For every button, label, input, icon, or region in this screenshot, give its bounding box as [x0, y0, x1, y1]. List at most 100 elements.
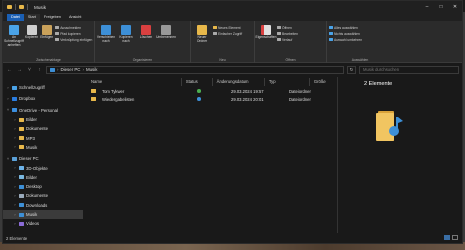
move-to-button[interactable]: Verschieben nach — [97, 23, 115, 63]
history-button[interactable]: Verlauf — [277, 37, 298, 42]
chevron-right-icon[interactable]: › — [13, 185, 17, 189]
file-list: Name Status Änderungsdatum Typ Größe Tom… — [87, 77, 337, 233]
tab-datei[interactable]: Datei — [7, 14, 24, 21]
sidebar-item-bilder[interactable]: › Bilder — [3, 173, 83, 182]
cut-button[interactable]: Ausschneiden — [55, 25, 92, 30]
select-all-icon — [329, 25, 333, 30]
status-bar: 2 Elemente — [3, 233, 462, 243]
select-all-button[interactable]: Alles auswählen — [329, 25, 362, 30]
window-title: Musik — [34, 4, 46, 10]
preview-title: 2 Elemente — [364, 81, 393, 87]
sidebar-item-onedrive-dokumente[interactable]: › Dokumente — [3, 124, 83, 133]
column-name[interactable]: Name — [87, 78, 182, 86]
properties-button[interactable]: Eigenschaften — [256, 23, 276, 63]
breadcrumb-musik[interactable]: Musik — [86, 67, 97, 72]
chevron-right-icon[interactable]: › — [13, 145, 17, 149]
column-size[interactable]: Größe — [310, 78, 337, 86]
sidebar-item-musik[interactable]: › Musik — [3, 209, 83, 220]
new-folder-button[interactable]: Neuer Ordner — [193, 23, 211, 63]
folder-icon — [19, 117, 24, 122]
preview-pane: 2 Elemente — [337, 77, 463, 233]
recent-locations-button[interactable]: ˅ — [26, 67, 33, 73]
sidebar-item-onedrive-musik[interactable]: › Musik — [3, 143, 83, 152]
up-button[interactable]: ↑ — [36, 67, 43, 73]
sidebar-item-onedrive-bilder[interactable]: › Bilder — [3, 115, 83, 124]
path-icon — [55, 31, 59, 36]
column-date[interactable]: Änderungsdatum — [213, 78, 265, 86]
chevron-right-icon[interactable]: › — [6, 86, 10, 90]
sidebar-item-dropbox[interactable]: › Dropbox — [3, 94, 83, 103]
copy-button[interactable]: Kopieren — [25, 23, 38, 63]
file-name-cell: Tom Tykwer — [87, 89, 193, 94]
large-icons-view-button[interactable] — [452, 235, 458, 240]
chevron-down-icon[interactable]: ˅ — [6, 108, 10, 112]
chevron-right-icon[interactable]: › — [6, 97, 10, 101]
details-view-button[interactable] — [444, 235, 450, 240]
title-bar: Musik – □ ✕ — [3, 1, 462, 13]
chevron-right-icon[interactable]: › — [13, 136, 17, 140]
search-box[interactable] — [359, 65, 459, 74]
chevron-right-icon[interactable]: › — [13, 213, 17, 217]
sidebar-item-dokumente[interactable]: › Dokumente — [3, 191, 83, 200]
rename-button[interactable]: Umbenennen — [156, 23, 176, 63]
minimize-button[interactable]: – — [420, 1, 434, 13]
column-headers: Name Status Änderungsdatum Typ Größe — [87, 77, 337, 87]
table-row[interactable]: Wiedergabelisten 29.03.2024 20:01 Dateio… — [87, 95, 337, 103]
forward-button[interactable]: → — [16, 67, 23, 73]
table-row[interactable]: Tom Tykwer 29.03.2024 19:57 Dateiordner — [87, 87, 337, 95]
edit-button[interactable]: Bearbeiten — [277, 31, 298, 36]
select-none-icon — [329, 31, 333, 36]
column-status[interactable]: Status — [182, 78, 213, 86]
copy-path-button[interactable]: Pfad kopieren — [55, 31, 92, 36]
search-input[interactable] — [363, 67, 443, 72]
chevron-right-icon[interactable]: › — [13, 118, 17, 122]
tab-start[interactable]: Start — [23, 14, 40, 21]
window-controls: – □ ✕ — [420, 1, 462, 13]
sidebar-item-videos[interactable]: › Videos — [3, 219, 83, 228]
refresh-button[interactable]: ↻ — [347, 65, 356, 74]
sidebar-item-schnellzugriff[interactable]: › Schnellzugriff — [3, 83, 83, 92]
close-button[interactable]: ✕ — [448, 1, 462, 13]
delete-icon — [141, 25, 151, 35]
pin-quick-access-button[interactable]: An Schnellzugriff anheften — [4, 23, 24, 63]
sidebar-item-mp3[interactable]: › MP3 — [3, 133, 83, 142]
documents-icon — [19, 193, 24, 198]
maximize-button[interactable]: □ — [434, 1, 448, 13]
copy-to-button[interactable]: Kopieren nach — [117, 23, 135, 63]
back-button[interactable]: ← — [6, 67, 13, 73]
open-icon — [277, 25, 281, 30]
open-button[interactable]: Öffnen — [277, 25, 298, 30]
sidebar-item-3d-objekte[interactable]: › 3D-Objekte — [3, 163, 83, 172]
sidebar-item-onedrive[interactable]: ˅ OneDrive - Personal — [3, 106, 83, 115]
star-icon — [12, 85, 17, 90]
sidebar-item-desktop[interactable]: › Desktop — [3, 182, 83, 191]
chevron-right-icon[interactable]: › — [13, 222, 17, 226]
quick-access-folder-icon[interactable] — [19, 5, 24, 9]
chevron-right-icon[interactable]: › — [13, 166, 17, 170]
select-none-button[interactable]: Nichts auswählen — [329, 31, 362, 36]
delete-button[interactable]: Löschen — [137, 23, 155, 63]
easy-access-button[interactable]: Einfacher Zugriff — [213, 31, 242, 36]
sidebar-item-dieser-pc[interactable]: ˅ Dieser PC — [3, 154, 83, 163]
tab-freigeben[interactable]: Freigeben — [40, 14, 65, 21]
column-type[interactable]: Typ — [265, 78, 310, 86]
sidebar-item-downloads[interactable]: › Downloads — [3, 201, 83, 210]
chevron-right-icon[interactable]: › — [13, 127, 17, 131]
invert-selection-button[interactable]: Auswahl umkehren — [329, 37, 362, 42]
rename-icon — [161, 25, 171, 35]
chevron-right-icon[interactable]: › — [13, 175, 17, 179]
shortcut-icon — [55, 37, 59, 42]
breadcrumb-dieser-pc[interactable]: Dieser PC — [60, 67, 80, 72]
tab-ansicht[interactable]: Ansicht — [65, 14, 85, 21]
new-item-button[interactable]: Neues Element — [213, 25, 242, 30]
group-label: Organisieren — [132, 58, 153, 62]
paste-shortcut-button[interactable]: Verknüpfung einfügen — [55, 37, 92, 42]
computer-icon — [12, 156, 17, 161]
paste-button[interactable]: Einfügen — [40, 23, 53, 63]
breadcrumb-chevron-icon: › — [57, 67, 59, 72]
chevron-right-icon[interactable]: › — [13, 194, 17, 198]
copy-icon — [26, 25, 37, 35]
chevron-down-icon[interactable]: ˅ — [6, 157, 10, 161]
chevron-right-icon[interactable]: › — [13, 203, 17, 207]
address-bar[interactable]: › Dieser PC › Musik — [46, 65, 344, 74]
